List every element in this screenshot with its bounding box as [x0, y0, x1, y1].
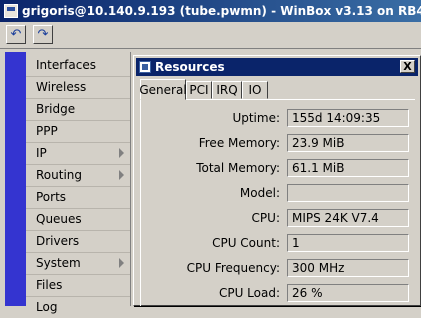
submenu-arrow-icon — [119, 148, 124, 158]
cpu-frequency-value: 300 MHz — [287, 259, 409, 277]
uptime-value: 155d 14:09:35 — [287, 109, 409, 127]
tab-irq[interactable]: IRQ — [212, 81, 242, 99]
cpu-load-label: CPU Load: — [218, 286, 280, 300]
general-tab-panel: Uptime: 155d 14:09:35 Free Memory: 23.9 … — [140, 99, 415, 306]
tab-general[interactable]: General — [139, 79, 187, 100]
sidebar-item-ports[interactable]: Ports — [26, 186, 130, 208]
model-label: Model: — [239, 186, 280, 200]
dialog-title: Resources — [155, 60, 225, 74]
cpu-count-value: 1 — [287, 234, 409, 252]
sidebar-item-wireless[interactable]: Wireless — [26, 76, 130, 98]
redo-button[interactable]: ↷ — [33, 25, 53, 44]
sidebar-item-drivers[interactable]: Drivers — [26, 230, 130, 252]
sidebar-item-ip[interactable]: IP — [26, 142, 130, 164]
total-memory-value: 61.1 MiB — [287, 159, 409, 177]
submenu-arrow-icon — [119, 170, 124, 180]
tab-label: IO — [248, 83, 262, 97]
free-memory-value: 23.9 MiB — [287, 134, 409, 152]
sidebar-item-label: Interfaces — [36, 58, 96, 72]
sidebar-item-label: Log — [36, 300, 58, 314]
sidebar-item-label: Files — [36, 278, 63, 292]
sidebar-item-bridge[interactable]: Bridge — [26, 98, 130, 120]
sidebar-item-ppp[interactable]: PPP — [26, 120, 130, 142]
tab-label: PCI — [189, 83, 209, 97]
tab-pci[interactable]: PCI — [186, 81, 212, 99]
sidebar-item-routing[interactable]: Routing — [26, 164, 130, 186]
sidebar-item-system[interactable]: System — [26, 252, 130, 274]
resources-dialog: Resources X General PCI IRQ IO Uptime: 1… — [133, 55, 421, 306]
cpu-label: CPU: — [251, 211, 280, 225]
uptime-label: Uptime: — [232, 111, 280, 125]
sidebar-item-queues[interactable]: Queues — [26, 208, 130, 230]
winbox-side-strip — [5, 52, 26, 306]
sidebar-item-label: IP — [36, 146, 47, 160]
sidebar-item-label: System — [36, 256, 81, 270]
close-button[interactable]: X — [400, 60, 415, 73]
free-memory-label: Free Memory: — [198, 136, 280, 150]
winbox-app-icon — [4, 4, 18, 18]
dialog-titlebar[interactable]: Resources X — [136, 58, 418, 76]
sidebar-item-label: Bridge — [36, 102, 76, 116]
model-value — [287, 184, 409, 202]
sidebar-item-interfaces[interactable]: Interfaces — [26, 54, 130, 76]
redo-icon: ↷ — [37, 27, 49, 42]
cpu-count-label: CPU Count: — [212, 236, 280, 250]
tab-io[interactable]: IO — [242, 81, 268, 99]
cpu-value: MIPS 24K V7.4 — [287, 209, 409, 227]
sidebar-item-label: PPP — [36, 124, 58, 138]
cpu-load-value: 26 % — [287, 284, 409, 302]
undo-button[interactable]: ↶ — [6, 25, 26, 44]
window-titlebar[interactable]: grigoris@10.140.9.193 (tube.pwmn) - WinB… — [0, 0, 421, 22]
sidebar-item-label: Queues — [36, 212, 82, 226]
total-memory-label: Total Memory: — [196, 161, 280, 175]
undo-icon: ↶ — [10, 27, 22, 42]
sidebar-item-label: Routing — [36, 168, 83, 182]
sidebar-menu: Interfaces Wireless Bridge PPP IP Routin… — [26, 52, 131, 314]
cpu-frequency-label: CPU Frequency: — [186, 261, 280, 275]
sidebar-item-label: Ports — [36, 190, 67, 204]
toolbar: ↶ ↷ — [0, 22, 421, 49]
sidebar-item-label: Wireless — [36, 80, 87, 94]
sidebar-item-files[interactable]: Files — [26, 274, 130, 296]
sidebar-item-log[interactable]: Log — [26, 296, 130, 318]
window-title: grigoris@10.140.9.193 (tube.pwmn) - WinB… — [22, 4, 421, 18]
window-icon — [139, 61, 151, 73]
sidebar-item-label: Drivers — [36, 234, 80, 248]
tab-label: General — [139, 82, 187, 97]
submenu-arrow-icon — [119, 258, 124, 268]
tab-label: IRQ — [216, 83, 238, 97]
